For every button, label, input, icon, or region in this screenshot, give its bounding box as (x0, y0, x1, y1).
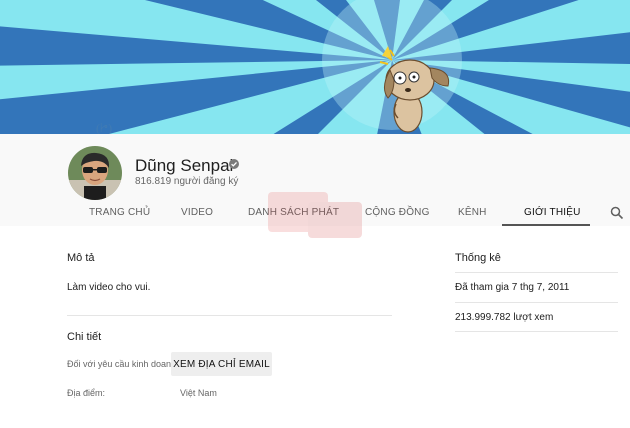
business-inquiries-label: Đối với yêu cầu kinh doanh: (67, 359, 179, 369)
avatar[interactable] (68, 146, 122, 200)
divider (455, 331, 618, 332)
tab-about[interactable]: GIỚI THIỆU (524, 207, 581, 218)
search-icon[interactable] (610, 206, 624, 220)
view-email-button[interactable]: XEM ĐỊA CHỈ EMAIL (171, 352, 272, 376)
channel-name: Dũng Senpai (135, 156, 234, 175)
location-label: Địa điểm: (67, 388, 106, 398)
divider (455, 272, 618, 273)
avatar-image (68, 146, 122, 200)
description-title: Mô tả (67, 252, 95, 264)
banner-art: (ꔵ) (0, 0, 630, 134)
tab-home[interactable]: TRANG CHỦ (89, 207, 150, 218)
details-title: Chi tiết (67, 331, 102, 343)
description-text: Làm video cho vui. (67, 282, 151, 293)
svg-text:(ꔵ): (ꔵ) (96, 121, 112, 134)
subscriber-count: 816.819 người đăng ký (135, 176, 239, 187)
stats-title: Thống kê (455, 252, 501, 264)
verified-check-icon (229, 159, 239, 169)
channel-banner: (ꔵ) (0, 0, 630, 134)
divider (67, 315, 392, 316)
active-tab-indicator (502, 224, 590, 226)
view-count: 213.999.782 lượt xem (455, 312, 554, 323)
watermark-logo (268, 186, 362, 242)
tab-videos[interactable]: VIDEO (181, 207, 213, 218)
tab-channels[interactable]: KÊNH (458, 207, 487, 218)
tab-community[interactable]: CỘNG ĐỒNG (365, 207, 430, 218)
divider (455, 302, 618, 303)
joined-date: Đã tham gia 7 thg 7, 2011 (455, 282, 570, 293)
location-value: Việt Nam (180, 388, 217, 398)
